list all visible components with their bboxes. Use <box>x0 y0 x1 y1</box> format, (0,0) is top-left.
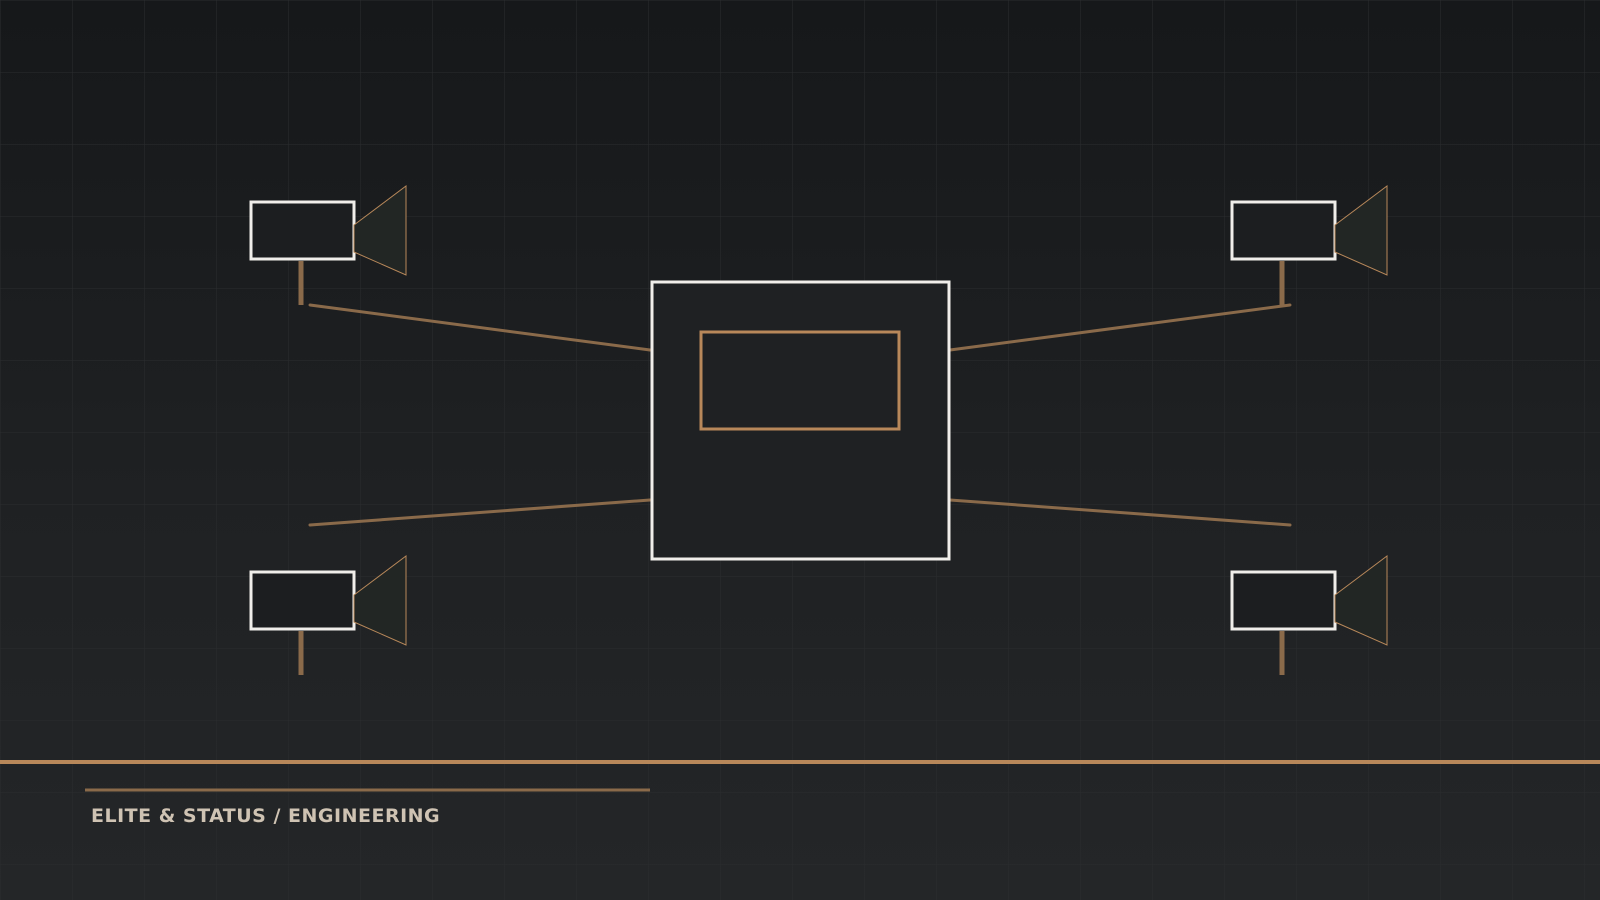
camera-network-diagram <box>0 0 1600 900</box>
diagram-canvas: ELITE & STATUS / ENGINEERING <box>0 0 1600 900</box>
central-hub <box>650 280 951 561</box>
footer-caption: ELITE & STATUS / ENGINEERING <box>91 805 441 827</box>
hub-outer-box <box>650 280 951 561</box>
